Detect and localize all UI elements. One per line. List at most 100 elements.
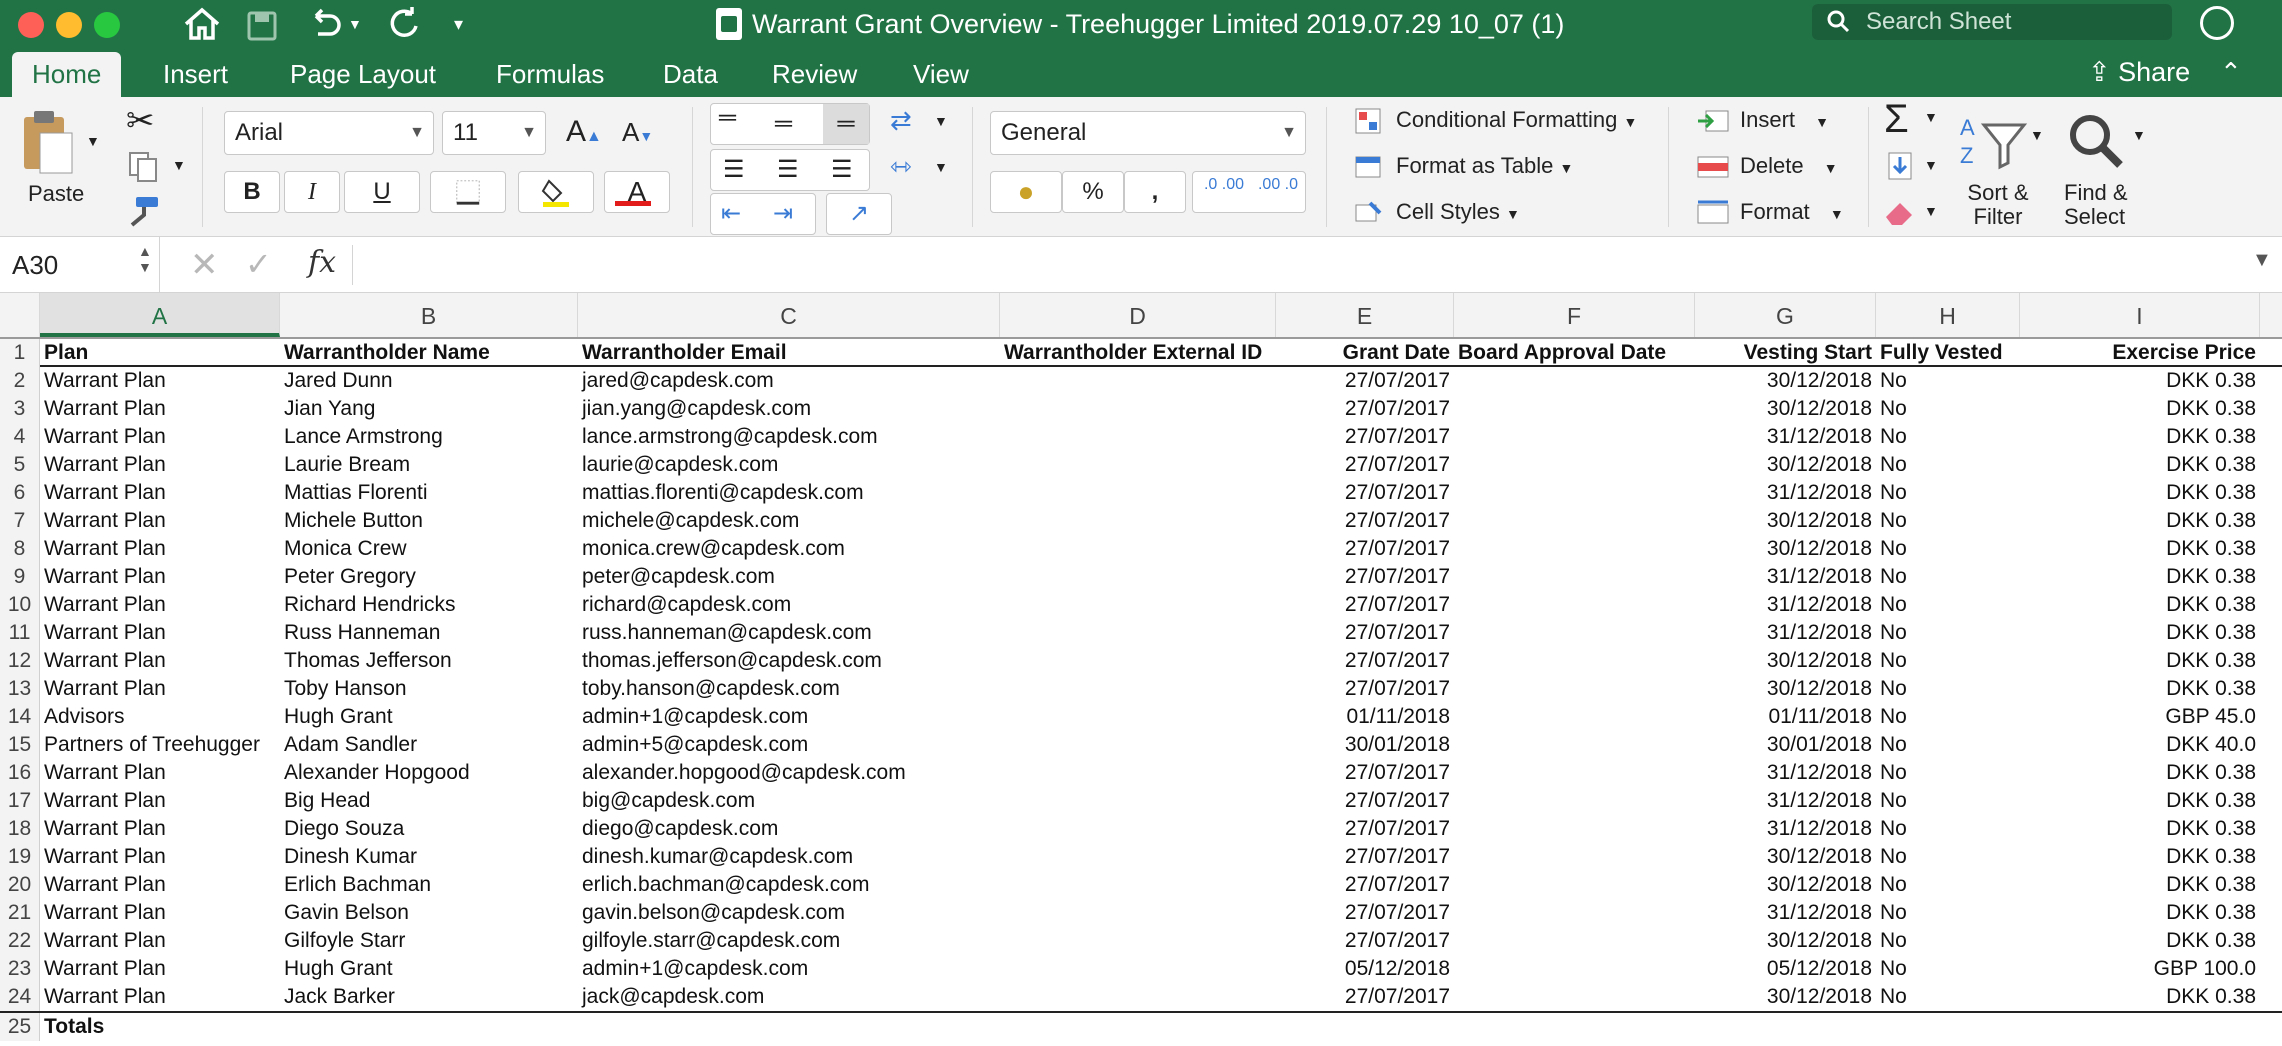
cell[interactable]: DKK 0.38 (2020, 927, 2260, 955)
cell[interactable]: Mattias Florenti (280, 479, 578, 507)
cell[interactable] (1000, 395, 1276, 423)
autosum-icon[interactable]: Σ (1884, 97, 1909, 142)
autosum-dropdown-icon[interactable]: ▼ (1924, 109, 1938, 125)
cell[interactable]: Warrant Plan (40, 591, 280, 619)
cell[interactable] (1454, 479, 1695, 507)
cell[interactable]: 27/07/2017 (1276, 451, 1454, 479)
font-size-select[interactable]: 11 ▼ (442, 111, 546, 155)
cell[interactable] (1454, 423, 1695, 451)
cell[interactable]: No (1876, 367, 2020, 395)
cell[interactable]: No (1876, 731, 2020, 759)
cell[interactable] (1454, 563, 1695, 591)
decrease-indent-icon[interactable]: ⇤ (721, 194, 741, 234)
column-header-d[interactable]: D (1000, 293, 1276, 337)
cell[interactable]: 27/07/2017 (1276, 563, 1454, 591)
cell[interactable]: DKK 0.38 (2020, 983, 2260, 1011)
row-header[interactable]: 5 (0, 451, 40, 479)
row-header[interactable]: 6 (0, 479, 40, 507)
row-header[interactable]: 18 (0, 815, 40, 843)
cell[interactable]: 30/12/2018 (1695, 395, 1876, 423)
cell[interactable]: 27/07/2017 (1276, 899, 1454, 927)
comma-style-button[interactable]: , (1124, 171, 1186, 213)
cell[interactable] (1000, 871, 1276, 899)
cell[interactable]: Richard Hendricks (280, 591, 578, 619)
column-header-e[interactable]: E (1276, 293, 1454, 337)
cell[interactable]: GBP 100.0 (2020, 955, 2260, 983)
cell[interactable]: michele@capdesk.com (578, 507, 1000, 535)
cell[interactable]: Warrant Plan (40, 619, 280, 647)
increase-decimal-button[interactable]: .0 .00 (1199, 176, 1249, 194)
italic-button[interactable]: I (284, 171, 340, 213)
cell[interactable]: 27/07/2017 (1276, 647, 1454, 675)
cell[interactable]: Hugh Grant (280, 703, 578, 731)
paste-dropdown-icon[interactable]: ▼ (86, 133, 100, 149)
delete-cells-button[interactable]: Delete ▼ (1740, 153, 1838, 179)
cell[interactable] (1454, 367, 1695, 395)
cell[interactable]: DKK 0.38 (2020, 479, 2260, 507)
cell[interactable] (1000, 619, 1276, 647)
cell[interactable]: 27/07/2017 (1276, 367, 1454, 395)
cell[interactable] (1876, 1013, 2020, 1041)
cell[interactable] (1000, 451, 1276, 479)
select-all-corner[interactable] (0, 293, 40, 337)
underline-button[interactable]: U (344, 171, 420, 213)
column-header-h[interactable]: H (1876, 293, 2020, 337)
cell[interactable]: No (1876, 395, 2020, 423)
cell[interactable]: No (1876, 843, 2020, 871)
cell[interactable] (1454, 871, 1695, 899)
cell[interactable]: Adam Sandler (280, 731, 578, 759)
collapse-ribbon-icon[interactable]: ⌃ (2220, 52, 2242, 92)
cell[interactable]: Warrant Plan (40, 451, 280, 479)
cell[interactable]: russ.hanneman@capdesk.com (578, 619, 1000, 647)
percent-style-button[interactable]: % (1062, 171, 1124, 213)
cell[interactable]: No (1876, 927, 2020, 955)
cell[interactable]: admin+5@capdesk.com (578, 731, 1000, 759)
format-cells-button[interactable]: Format ▼ (1740, 199, 1844, 225)
cell[interactable] (1454, 759, 1695, 787)
cell[interactable]: DKK 0.38 (2020, 619, 2260, 647)
cell[interactable] (1000, 899, 1276, 927)
cell[interactable] (1000, 927, 1276, 955)
cell[interactable] (1000, 787, 1276, 815)
cell[interactable]: gavin.belson@capdesk.com (578, 899, 1000, 927)
wrap-text-icon[interactable]: ⇄ (890, 105, 912, 136)
cell[interactable]: Warrant Plan (40, 535, 280, 563)
cell[interactable]: DKK 0.38 (2020, 815, 2260, 843)
cell[interactable]: DKK 0.38 (2020, 759, 2260, 787)
cell[interactable]: DKK 0.38 (2020, 535, 2260, 563)
cell[interactable]: mattias.florenti@capdesk.com (578, 479, 1000, 507)
clear-dropdown-icon[interactable]: ▼ (1924, 203, 1938, 219)
cell[interactable]: DKK 0.38 (2020, 899, 2260, 927)
cell[interactable]: 30/12/2018 (1695, 451, 1876, 479)
copy-dropdown-icon[interactable]: ▼ (172, 157, 186, 173)
cell[interactable] (1454, 787, 1695, 815)
column-header-b[interactable]: B (280, 293, 578, 337)
cell[interactable]: 30/12/2018 (1695, 535, 1876, 563)
cell[interactable]: thomas.jefferson@capdesk.com (578, 647, 1000, 675)
row-header[interactable]: 15 (0, 731, 40, 759)
fill-dropdown-icon[interactable]: ▼ (1924, 157, 1938, 173)
cell[interactable] (1454, 731, 1695, 759)
cell[interactable]: 30/01/2018 (1695, 731, 1876, 759)
row-header[interactable]: 14 (0, 703, 40, 731)
row-header[interactable]: 16 (0, 759, 40, 787)
format-as-table-button[interactable]: Format as Table ▼ (1396, 153, 1573, 179)
cell[interactable] (1000, 675, 1276, 703)
cell[interactable]: 30/12/2018 (1695, 983, 1876, 1011)
cell[interactable]: lance.armstrong@capdesk.com (578, 423, 1000, 451)
cell[interactable]: No (1876, 759, 2020, 787)
cell[interactable]: Jack Barker (280, 983, 578, 1011)
cell[interactable]: No (1876, 703, 2020, 731)
row-header[interactable]: 10 (0, 591, 40, 619)
cell[interactable] (1000, 647, 1276, 675)
cell[interactable]: Gavin Belson (280, 899, 578, 927)
cell[interactable]: dinesh.kumar@capdesk.com (578, 843, 1000, 871)
cell[interactable]: 27/07/2017 (1276, 395, 1454, 423)
cell[interactable]: Alexander Hopgood (280, 759, 578, 787)
row-header[interactable]: 9 (0, 563, 40, 591)
profile-icon[interactable] (2200, 6, 2234, 40)
cell[interactable] (1000, 815, 1276, 843)
cell[interactable]: 31/12/2018 (1695, 423, 1876, 451)
cell[interactable]: 30/12/2018 (1695, 507, 1876, 535)
cell[interactable]: No (1876, 675, 2020, 703)
